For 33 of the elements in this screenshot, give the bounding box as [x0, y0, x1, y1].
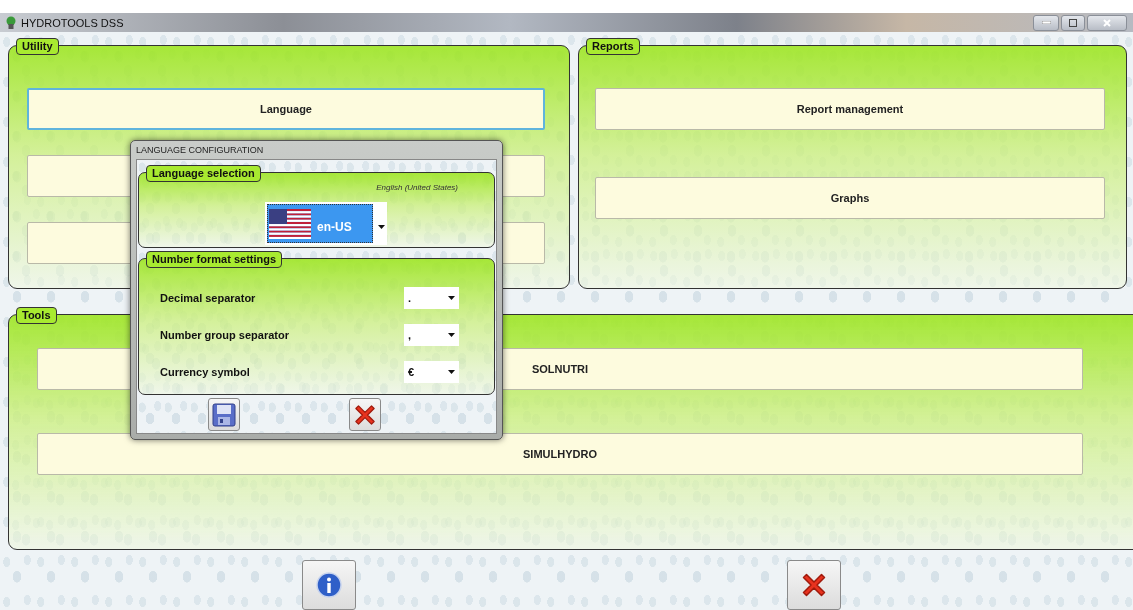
minimize-icon	[1041, 21, 1051, 24]
restore-icon	[1069, 18, 1077, 27]
info-icon	[316, 572, 342, 598]
setting-label: Decimal separator	[160, 292, 256, 304]
window-title: HYDROTOOLS DSS	[21, 16, 125, 29]
save-button[interactable]	[208, 398, 240, 431]
dropdown-caret-icon[interactable]	[448, 296, 455, 300]
setting-dropdown[interactable]: ,	[404, 324, 459, 346]
group-title: Language selection	[146, 165, 261, 182]
dropdown-caret-icon[interactable]	[448, 333, 455, 337]
flag-icon	[269, 208, 311, 239]
setting-dropdown[interactable]: €	[404, 361, 459, 383]
maximize-button[interactable]	[1061, 14, 1085, 31]
exit-button[interactable]	[787, 560, 841, 610]
menu-button[interactable]: Language	[27, 88, 545, 130]
setting-label: Currency symbol	[160, 366, 250, 378]
panel-title: Tools	[16, 306, 57, 324]
setting-label: Number group separator	[160, 329, 289, 341]
dropdown-caret-icon[interactable]	[378, 224, 385, 229]
menu-button[interactable]: SIMULHYDRO	[37, 432, 1083, 475]
close-icon	[1103, 18, 1111, 27]
panel-title: Reports	[586, 38, 640, 55]
setting-dropdown[interactable]: .	[404, 287, 459, 309]
menu-button[interactable]: Report management	[595, 88, 1105, 130]
panel-title: Utility	[16, 38, 59, 55]
language-name: English (United States)	[376, 183, 458, 192]
cancel-button[interactable]	[349, 398, 381, 431]
dialog-title: LANGUAGE CONFIGURATION	[136, 144, 265, 157]
culture-code: en-US	[317, 218, 352, 234]
group-title: Number format settings	[146, 251, 283, 268]
info-button[interactable]	[302, 560, 356, 610]
dropdown-caret-icon[interactable]	[448, 370, 455, 374]
menu-button[interactable]: Graphs	[595, 177, 1105, 219]
